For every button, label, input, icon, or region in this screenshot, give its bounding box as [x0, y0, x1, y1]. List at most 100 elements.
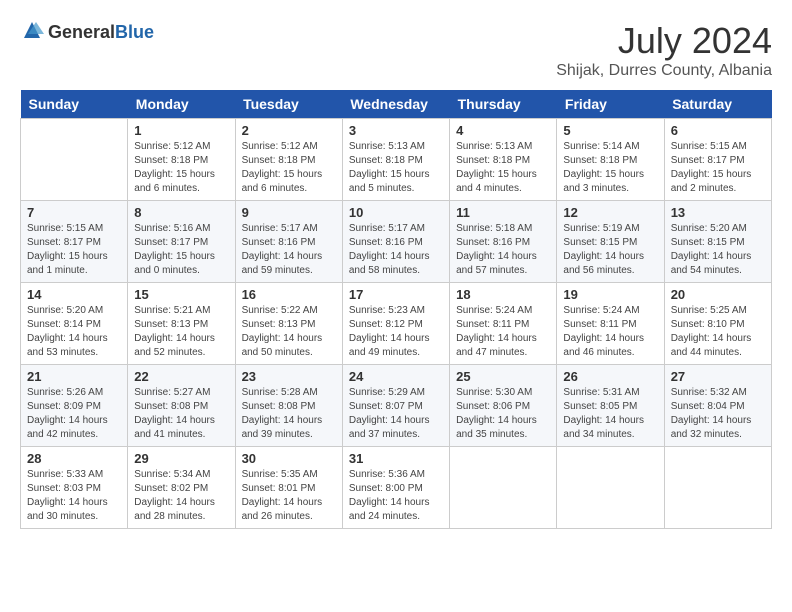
day-number: 14: [27, 287, 121, 302]
day-info: Sunrise: 5:15 AM Sunset: 8:17 PM Dayligh…: [27, 222, 121, 278]
day-number: 13: [671, 205, 765, 220]
day-number: 11: [456, 205, 550, 220]
calendar-cell: 23Sunrise: 5:28 AM Sunset: 8:08 PM Dayli…: [235, 365, 342, 447]
day-number: 5: [563, 123, 657, 138]
day-info: Sunrise: 5:19 AM Sunset: 8:15 PM Dayligh…: [563, 222, 657, 278]
calendar-cell: 13 Sunrise: 5:20 AM Sunset: 8:15 PM Dayli…: [664, 201, 771, 283]
day-number: 8: [134, 205, 228, 220]
day-info: Sunrise: 5:20 AM Sunset: 8:14 PM Dayligh…: [27, 304, 121, 360]
column-header-thursday: Thursday: [450, 90, 557, 119]
day-info: Sunrise: 5:27 AM Sunset: 8:08 PM Dayligh…: [134, 386, 228, 442]
column-header-saturday: Saturday: [664, 90, 771, 119]
calendar-cell: 8 Sunrise: 5:16 AM Sunset: 8:17 PM Daylig…: [128, 201, 235, 283]
column-header-monday: Monday: [128, 90, 235, 119]
column-header-friday: Friday: [557, 90, 664, 119]
column-header-tuesday: Tuesday: [235, 90, 342, 119]
day-info: Sunrise: 5:16 AM Sunset: 8:17 PM Dayligh…: [134, 222, 228, 278]
calendar-cell: 9 Sunrise: 5:17 AM Sunset: 8:16 PM Daylig…: [235, 201, 342, 283]
day-number: 28: [27, 451, 121, 466]
calendar-cell: 14 Sunrise: 5:20 AM Sunset: 8:14 PM Dayli…: [21, 283, 128, 365]
day-info: Sunrise: 5:15 AM Sunset: 8:17 PM Dayligh…: [671, 140, 765, 196]
day-number: 19: [563, 287, 657, 302]
calendar-cell: 29Sunrise: 5:34 AM Sunset: 8:02 PM Dayli…: [128, 447, 235, 529]
day-info: Sunrise: 5:29 AM Sunset: 8:07 PM Dayligh…: [349, 386, 443, 442]
calendar-week-4: 21Sunrise: 5:26 AM Sunset: 8:09 PM Dayli…: [21, 365, 772, 447]
day-number: 22: [134, 369, 228, 384]
calendar-table: SundayMondayTuesdayWednesdayThursdayFrid…: [20, 90, 772, 529]
calendar-cell: 4 Sunrise: 5:13 AM Sunset: 8:18 PM Daylig…: [450, 119, 557, 201]
day-info: Sunrise: 5:30 AM Sunset: 8:06 PM Dayligh…: [456, 386, 550, 442]
page-header: GeneralBlue July 2024 Shijak, Durres Cou…: [20, 20, 772, 80]
day-number: 10: [349, 205, 443, 220]
calendar-cell: 5 Sunrise: 5:14 AM Sunset: 8:18 PM Daylig…: [557, 119, 664, 201]
day-info: Sunrise: 5:22 AM Sunset: 8:13 PM Dayligh…: [242, 304, 336, 360]
day-info: Sunrise: 5:24 AM Sunset: 8:11 PM Dayligh…: [563, 304, 657, 360]
calendar-cell: [664, 447, 771, 529]
calendar-cell: 17Sunrise: 5:23 AM Sunset: 8:12 PM Dayli…: [342, 283, 449, 365]
day-number: 27: [671, 369, 765, 384]
day-info: Sunrise: 5:21 AM Sunset: 8:13 PM Dayligh…: [134, 304, 228, 360]
logo-icon: [20, 20, 44, 44]
day-number: 7: [27, 205, 121, 220]
day-number: 31: [349, 451, 443, 466]
day-info: Sunrise: 5:28 AM Sunset: 8:08 PM Dayligh…: [242, 386, 336, 442]
calendar-cell: 20Sunrise: 5:25 AM Sunset: 8:10 PM Dayli…: [664, 283, 771, 365]
day-info: Sunrise: 5:17 AM Sunset: 8:16 PM Dayligh…: [242, 222, 336, 278]
logo: GeneralBlue: [20, 20, 154, 44]
calendar-cell: [450, 447, 557, 529]
day-info: Sunrise: 5:13 AM Sunset: 8:18 PM Dayligh…: [456, 140, 550, 196]
calendar-cell: 6 Sunrise: 5:15 AM Sunset: 8:17 PM Daylig…: [664, 119, 771, 201]
day-number: 25: [456, 369, 550, 384]
day-info: Sunrise: 5:34 AM Sunset: 8:02 PM Dayligh…: [134, 468, 228, 524]
day-number: 12: [563, 205, 657, 220]
calendar-cell: 25 Sunrise: 5:30 AM Sunset: 8:06 PM Dayli…: [450, 365, 557, 447]
calendar-cell: 22 Sunrise: 5:27 AM Sunset: 8:08 PM Dayli…: [128, 365, 235, 447]
title-block: July 2024 Shijak, Durres County, Albania: [556, 20, 772, 80]
day-info: Sunrise: 5:14 AM Sunset: 8:18 PM Dayligh…: [563, 140, 657, 196]
day-info: Sunrise: 5:20 AM Sunset: 8:15 PM Dayligh…: [671, 222, 765, 278]
subtitle: Shijak, Durres County, Albania: [556, 62, 772, 80]
calendar-week-5: 28 Sunrise: 5:33 AM Sunset: 8:03 PM Dayli…: [21, 447, 772, 529]
day-number: 24: [349, 369, 443, 384]
day-number: 2: [242, 123, 336, 138]
day-number: 6: [671, 123, 765, 138]
day-number: 17: [349, 287, 443, 302]
calendar-cell: 18 Sunrise: 5:24 AM Sunset: 8:11 PM Dayli…: [450, 283, 557, 365]
calendar-cell: 12 Sunrise: 5:19 AM Sunset: 8:15 PM Dayli…: [557, 201, 664, 283]
calendar-cell: 15 Sunrise: 5:21 AM Sunset: 8:13 PM Dayli…: [128, 283, 235, 365]
calendar-cell: 11 Sunrise: 5:18 AM Sunset: 8:16 PM Dayli…: [450, 201, 557, 283]
calendar-cell: 26Sunrise: 5:31 AM Sunset: 8:05 PM Dayli…: [557, 365, 664, 447]
calendar-week-1: 1 Sunrise: 5:12 AM Sunset: 8:18 PM Daylig…: [21, 119, 772, 201]
day-number: 30: [242, 451, 336, 466]
calendar-cell: [21, 119, 128, 201]
calendar-cell: 31 Sunrise: 5:36 AM Sunset: 8:00 PM Dayli…: [342, 447, 449, 529]
main-title: July 2024: [556, 20, 772, 62]
calendar-cell: 24 Sunrise: 5:29 AM Sunset: 8:07 PM Dayli…: [342, 365, 449, 447]
day-info: Sunrise: 5:17 AM Sunset: 8:16 PM Dayligh…: [349, 222, 443, 278]
day-number: 3: [349, 123, 443, 138]
day-info: Sunrise: 5:32 AM Sunset: 8:04 PM Dayligh…: [671, 386, 765, 442]
day-info: Sunrise: 5:26 AM Sunset: 8:09 PM Dayligh…: [27, 386, 121, 442]
day-number: 26: [563, 369, 657, 384]
calendar-cell: 28 Sunrise: 5:33 AM Sunset: 8:03 PM Dayli…: [21, 447, 128, 529]
column-header-sunday: Sunday: [21, 90, 128, 119]
day-number: 20: [671, 287, 765, 302]
day-number: 15: [134, 287, 228, 302]
calendar-cell: 2Sunrise: 5:12 AM Sunset: 8:18 PM Daylig…: [235, 119, 342, 201]
day-info: Sunrise: 5:18 AM Sunset: 8:16 PM Dayligh…: [456, 222, 550, 278]
day-number: 4: [456, 123, 550, 138]
day-number: 9: [242, 205, 336, 220]
calendar-cell: 1 Sunrise: 5:12 AM Sunset: 8:18 PM Daylig…: [128, 119, 235, 201]
calendar-cell: 27 Sunrise: 5:32 AM Sunset: 8:04 PM Dayli…: [664, 365, 771, 447]
day-info: Sunrise: 5:24 AM Sunset: 8:11 PM Dayligh…: [456, 304, 550, 360]
day-number: 18: [456, 287, 550, 302]
calendar-cell: 19 Sunrise: 5:24 AM Sunset: 8:11 PM Dayli…: [557, 283, 664, 365]
day-number: 1: [134, 123, 228, 138]
calendar-header-row: SundayMondayTuesdayWednesdayThursdayFrid…: [21, 90, 772, 119]
calendar-cell: 30Sunrise: 5:35 AM Sunset: 8:01 PM Dayli…: [235, 447, 342, 529]
day-info: Sunrise: 5:33 AM Sunset: 8:03 PM Dayligh…: [27, 468, 121, 524]
day-info: Sunrise: 5:36 AM Sunset: 8:00 PM Dayligh…: [349, 468, 443, 524]
calendar-cell: 10 Sunrise: 5:17 AM Sunset: 8:16 PM Dayli…: [342, 201, 449, 283]
logo-text-general: General: [48, 22, 115, 42]
day-info: Sunrise: 5:12 AM Sunset: 8:18 PM Dayligh…: [134, 140, 228, 196]
